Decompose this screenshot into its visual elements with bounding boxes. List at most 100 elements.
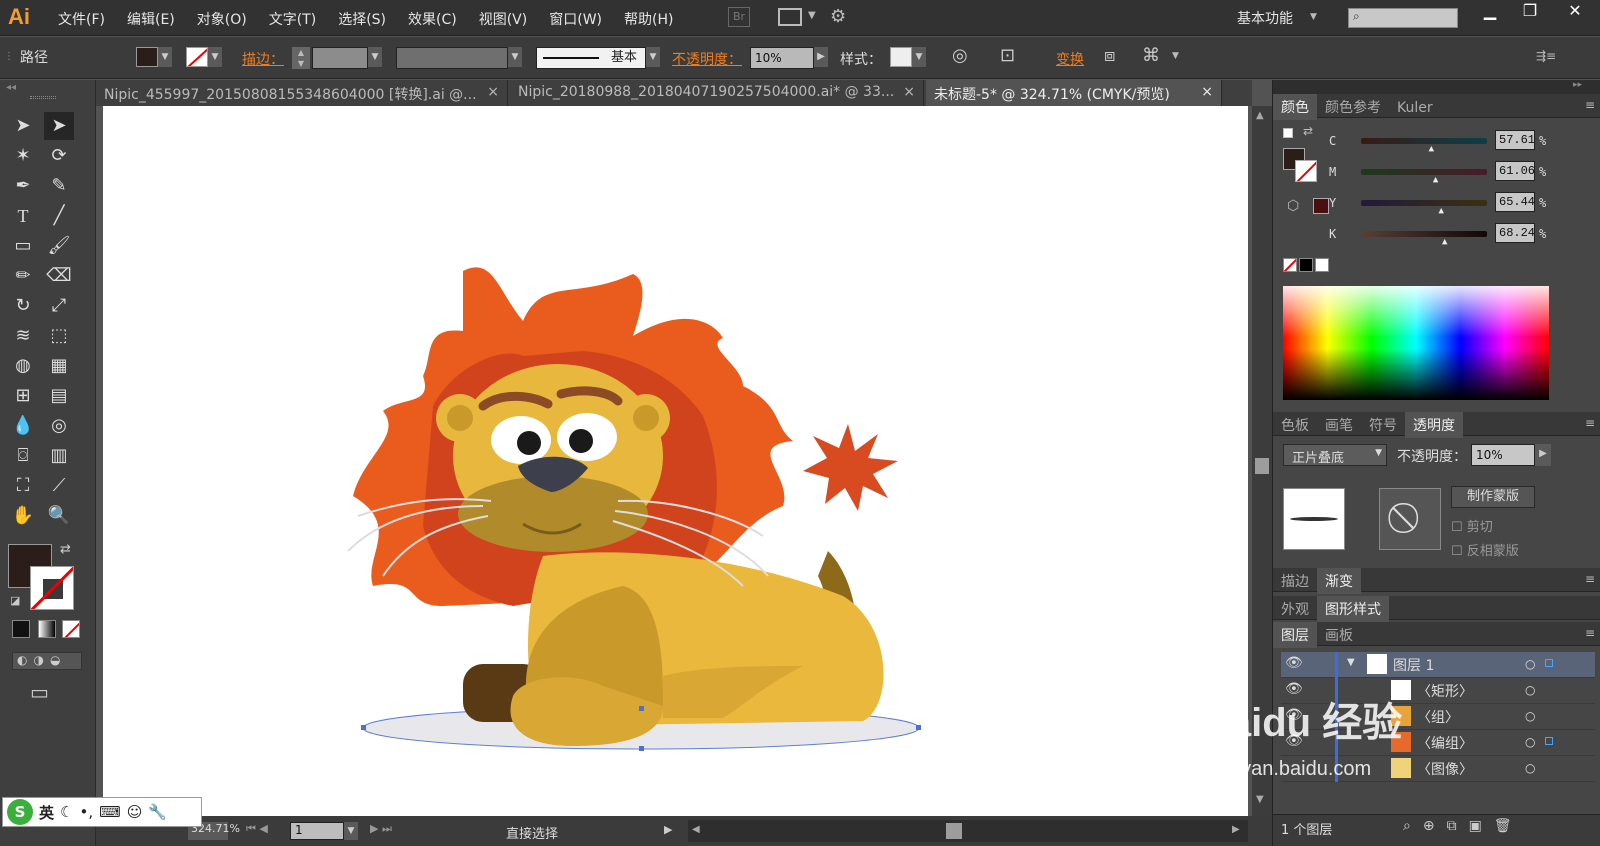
isolate-group-icon[interactable]: ⧈ xyxy=(1104,45,1115,66)
horizontal-scrollbar[interactable]: ◀ ▶ xyxy=(688,820,1248,842)
hand-tool-icon[interactable]: ✋ xyxy=(8,502,38,530)
eyedropper-tool-icon[interactable]: 💧 xyxy=(8,412,38,440)
tab-color-guide[interactable]: 颜色参考 xyxy=(1317,94,1389,120)
chevron-down-icon[interactable]: ▼ xyxy=(208,47,222,67)
target-icon[interactable]: ○ xyxy=(1525,683,1535,697)
eraser-tool-icon[interactable]: ⌫ xyxy=(44,262,74,290)
transform-label[interactable]: 变换 xyxy=(1056,49,1084,69)
chevron-right-icon[interactable]: ▶ xyxy=(814,47,828,67)
collapse-icon[interactable]: ◂◂ xyxy=(6,82,16,93)
fill-swatch[interactable] xyxy=(136,47,158,67)
scroll-left-icon[interactable]: ◀ xyxy=(692,824,700,835)
default-colors-icon[interactable] xyxy=(1283,128,1293,138)
lasso-tool-icon[interactable]: ⟳ xyxy=(44,142,74,170)
menu-window[interactable]: 窗口(W) xyxy=(549,9,602,29)
paintbrush-tool-icon[interactable]: 🖌 xyxy=(44,232,74,260)
sogou-logo-icon[interactable]: S xyxy=(7,799,33,825)
scroll-thumb[interactable] xyxy=(1255,458,1269,474)
none-swatch[interactable] xyxy=(1283,258,1297,272)
column-graph-tool-icon[interactable]: ▥ xyxy=(44,442,74,470)
color-spectrum[interactable] xyxy=(1283,286,1549,400)
panel-stroke-box[interactable] xyxy=(1295,160,1317,182)
graphic-style-swatch[interactable] xyxy=(890,47,912,67)
pencil-tool-icon[interactable]: ✏ xyxy=(8,262,38,290)
close-window-button[interactable]: ✕ xyxy=(1555,0,1595,24)
tab-swatches[interactable]: 色板 xyxy=(1273,412,1317,438)
arrange-documents-icon[interactable] xyxy=(778,8,802,26)
mesh-tool-icon[interactable]: ⊞ xyxy=(8,382,38,410)
channel-track[interactable] xyxy=(1361,138,1487,144)
wrench-icon[interactable]: 🔧 xyxy=(148,803,167,821)
tab-appearance[interactable]: 外观 xyxy=(1273,596,1317,622)
perspective-grid-tool-icon[interactable]: ▦ xyxy=(44,352,74,380)
tab-document-2[interactable]: Nipic_20180988_20180407190257504000.ai* … xyxy=(510,80,924,106)
align-options-icon[interactable]: ⊡ xyxy=(1000,45,1015,66)
selection-indicator-icon[interactable] xyxy=(1545,659,1553,667)
panel-menu-icon[interactable]: ≡ xyxy=(1585,572,1595,586)
menu-file[interactable]: 文件(F) xyxy=(58,9,105,29)
free-transform-tool-icon[interactable]: ⬚ xyxy=(44,322,74,350)
stroke-swatch[interactable] xyxy=(186,47,208,67)
stroke-label[interactable]: 描边： xyxy=(242,49,284,69)
menu-effect[interactable]: 效果(C) xyxy=(408,9,457,29)
direct-selection-tool-icon[interactable]: ➤ xyxy=(44,112,74,140)
tab-document-3[interactable]: 未标题-5* @ 324.71% (CMYK/预览) × xyxy=(926,80,1222,106)
menu-edit[interactable]: 编辑(E) xyxy=(127,9,175,29)
target-icon[interactable]: ○ xyxy=(1525,735,1535,749)
tab-transparency[interactable]: 透明度 xyxy=(1405,412,1463,438)
line-segment-tool-icon[interactable]: ╱ xyxy=(44,202,74,230)
menu-select[interactable]: 选择(S) xyxy=(338,9,386,29)
tab-document-1[interactable]: Nipic_455997_20150808155348604000 [转换].a… xyxy=(96,80,508,106)
panel-menu-icon[interactable]: ≡ xyxy=(1585,416,1595,430)
color-mode-icon[interactable] xyxy=(12,620,30,638)
target-icon[interactable]: ○ xyxy=(1525,657,1535,671)
slice-tool-icon[interactable]: ⟋ xyxy=(44,472,74,500)
chevron-down-icon[interactable]: ▼ xyxy=(1310,12,1317,22)
moon-icon[interactable]: ☾ xyxy=(60,803,73,821)
tab-color[interactable]: 颜色 xyxy=(1273,94,1317,120)
status-menu-icon[interactable]: ▶ xyxy=(664,823,672,836)
swap-icon[interactable]: ⇄ xyxy=(1303,124,1313,138)
swap-fill-stroke-icon[interactable]: ⇄ xyxy=(60,542,71,557)
opacity-label[interactable]: 不透明度： xyxy=(672,49,742,69)
gamut-swatch[interactable] xyxy=(1313,198,1329,214)
visibility-eye-icon[interactable]: 👁 xyxy=(1285,655,1303,671)
out-of-gamut-icon[interactable]: ⬡ xyxy=(1287,198,1299,214)
channel-value[interactable]: 65.44 xyxy=(1495,192,1535,212)
tab-artboards[interactable]: 画板 xyxy=(1317,622,1361,648)
tab-layers[interactable]: 图层 xyxy=(1273,622,1317,648)
blend-tool-icon[interactable]: ◎ xyxy=(44,412,74,440)
tab-brushes[interactable]: 画笔 xyxy=(1317,412,1361,438)
gradient-tool-icon[interactable]: ▤ xyxy=(44,382,74,410)
scale-tool-icon[interactable]: ⤢ xyxy=(44,292,74,320)
rotate-tool-icon[interactable]: ↻ xyxy=(8,292,38,320)
black-swatch[interactable] xyxy=(1299,258,1313,272)
layer-actions-icons[interactable]: ⌕⊕⧉▣🗑 xyxy=(1403,818,1524,834)
chevron-down-icon[interactable]: ▼ xyxy=(508,47,522,67)
target-icon[interactable]: ○ xyxy=(1525,709,1535,723)
close-icon[interactable]: × xyxy=(487,84,499,100)
chevron-down-icon[interactable]: ▼ xyxy=(1347,657,1355,668)
opacity-field[interactable]: 10% xyxy=(750,47,814,69)
tab-symbols[interactable]: 符号 xyxy=(1361,412,1405,438)
variable-width-profile[interactable] xyxy=(396,47,508,69)
channel-track[interactable] xyxy=(1361,231,1487,237)
object-thumbnail[interactable] xyxy=(1283,488,1345,550)
selection-tool-icon[interactable]: ➤ xyxy=(8,112,38,140)
pen-tool-icon[interactable]: ✒ xyxy=(8,172,38,200)
channel-value[interactable]: 61.06 xyxy=(1495,161,1535,181)
artboard-canvas[interactable] xyxy=(103,106,1248,816)
tab-kuler[interactable]: Kuler xyxy=(1389,97,1441,119)
layer-name[interactable]: 〈组〉 xyxy=(1417,707,1459,727)
close-icon[interactable]: × xyxy=(1201,84,1213,100)
panel-menu-icon[interactable]: ≡ xyxy=(1585,626,1595,640)
menu-object[interactable]: 对象(O) xyxy=(197,9,247,29)
magic-wand-tool-icon[interactable]: ✶ xyxy=(8,142,38,170)
target-icon[interactable]: ○ xyxy=(1525,761,1535,775)
stroke-weight-field[interactable] xyxy=(312,47,368,69)
selection-indicator-icon[interactable] xyxy=(1545,737,1553,745)
skin-icon[interactable]: ☺ xyxy=(127,803,143,821)
tab-stroke[interactable]: 描边 xyxy=(1273,568,1317,594)
channel-track[interactable] xyxy=(1361,200,1487,206)
select-similar-icon[interactable]: ⌘ xyxy=(1142,45,1160,66)
